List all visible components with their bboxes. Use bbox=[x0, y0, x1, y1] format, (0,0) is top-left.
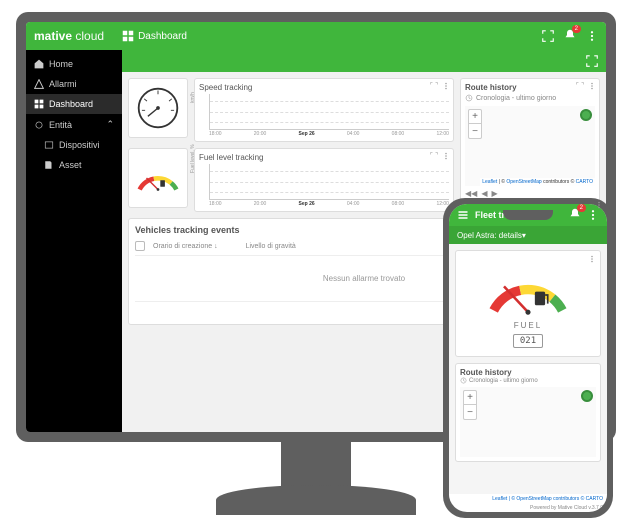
route-subtitle: Cronologia - ultimo giorno bbox=[465, 94, 595, 102]
zoom-in-button[interactable]: + bbox=[469, 110, 481, 124]
chevron-up-icon: ⌃ bbox=[106, 119, 114, 130]
phone-screen: Fleet tracking 2 Opel Astra: details ▾ F… bbox=[449, 204, 607, 512]
select-all-checkbox[interactable] bbox=[135, 241, 145, 251]
expand-icon[interactable] bbox=[576, 82, 584, 90]
topbar-dashboard[interactable]: Dashboard bbox=[122, 30, 187, 42]
sidebar-label: Asset bbox=[59, 160, 82, 170]
speed-x-labels: 18:0020:00Sep 2604:0008:0012:00 bbox=[209, 131, 449, 137]
asset-icon bbox=[44, 160, 54, 170]
monitor-base bbox=[216, 485, 416, 515]
sidebar-label: Entità bbox=[49, 120, 72, 130]
fuel-ylabel: Fuel level, % bbox=[190, 144, 196, 173]
topbar: mative cloud Dashboard 2 bbox=[26, 22, 606, 50]
speed-chart-card: Speed tracking km/h 18:0020:00Sep 2604:0… bbox=[194, 78, 454, 142]
phone-fuel-card: FUEL 021 bbox=[455, 250, 601, 357]
sidebar-item-asset[interactable]: Asset bbox=[26, 155, 122, 175]
col-severity[interactable]: Livello di gravità bbox=[246, 243, 296, 250]
sidebar-label: Dashboard bbox=[49, 99, 93, 109]
phone-location-marker[interactable] bbox=[581, 390, 593, 402]
col-created[interactable]: Orario di creazione ↓ bbox=[153, 243, 218, 250]
phone-notch bbox=[503, 210, 553, 220]
more-icon[interactable] bbox=[588, 82, 596, 90]
more-icon[interactable] bbox=[442, 82, 450, 90]
menu-icon[interactable] bbox=[457, 209, 469, 221]
more-icon[interactable] bbox=[588, 255, 596, 263]
phone-map-attr: Leaflet | © OpenStreetMap contributors ©… bbox=[449, 494, 607, 504]
fuel-gauge-card bbox=[128, 148, 188, 208]
sidebar: Home Allarmi Dashboard Entità ⌃ Dispositi… bbox=[26, 50, 122, 432]
entity-icon bbox=[34, 120, 44, 130]
device-icon bbox=[44, 140, 54, 150]
fuel-label: FUEL bbox=[514, 321, 542, 330]
fuel-gauge-large bbox=[483, 259, 573, 319]
alarm-icon bbox=[34, 79, 44, 89]
speed-chart-area bbox=[209, 94, 449, 130]
sidebar-label: Home bbox=[49, 59, 73, 69]
toolbar bbox=[122, 50, 606, 72]
play-button[interactable]: ▶ bbox=[491, 189, 497, 198]
sidebar-item-devices[interactable]: Dispositivi bbox=[26, 135, 122, 155]
fuel-chart-card: Fuel level tracking Fuel level, % 18:002… bbox=[194, 148, 454, 212]
sidebar-label: Allarmi bbox=[49, 79, 77, 89]
dashboard-icon bbox=[34, 99, 44, 109]
route-history-card: Route history Cronologia - ultimo giorno… bbox=[460, 78, 600, 206]
phone-route-title: Route history bbox=[460, 368, 596, 377]
map[interactable]: +− Leaflet | © OpenStreetMap contributor… bbox=[465, 106, 595, 186]
topbar-dash-label: Dashboard bbox=[138, 31, 187, 42]
phone-zoom: +− bbox=[463, 390, 477, 420]
fuel-gauge-icon bbox=[135, 160, 181, 196]
zoom-in-button[interactable]: + bbox=[464, 391, 476, 405]
phone-subtitle-bar[interactable]: Opel Astra: details ▾ bbox=[449, 226, 607, 244]
phone-route-sub: Cronologia - ultimo giorno bbox=[460, 377, 596, 384]
speed-gauge-card bbox=[128, 78, 188, 138]
speed-ylabel: km/h bbox=[190, 92, 196, 103]
phone-badge: 2 bbox=[577, 204, 586, 212]
clock-icon bbox=[465, 94, 473, 102]
more-icon[interactable] bbox=[587, 209, 599, 221]
fullscreen-icon[interactable] bbox=[542, 30, 554, 42]
sidebar-item-alarms[interactable]: Allarmi bbox=[26, 74, 122, 94]
expand-icon[interactable] bbox=[430, 152, 438, 160]
more-icon[interactable] bbox=[442, 152, 450, 160]
speedometer-icon bbox=[135, 85, 181, 131]
prev-button[interactable]: ◀ bbox=[481, 189, 487, 198]
sidebar-item-entity[interactable]: Entità ⌃ bbox=[26, 114, 122, 135]
sidebar-label: Dispositivi bbox=[59, 140, 100, 150]
zoom-out-button[interactable]: − bbox=[469, 124, 481, 138]
clock-icon bbox=[460, 377, 467, 384]
fuel-value: 021 bbox=[513, 334, 543, 348]
map-attribution: Leaflet | © OpenStreetMap contributors ©… bbox=[480, 178, 595, 186]
phone-frame: Fleet tracking 2 Opel Astra: details ▾ F… bbox=[443, 198, 613, 518]
zoom-control: +− bbox=[468, 109, 482, 139]
sidebar-item-home[interactable]: Home bbox=[26, 54, 122, 74]
brand-logo: mative cloud bbox=[34, 29, 104, 43]
phone-map[interactable]: +− bbox=[460, 387, 596, 457]
rewind-button[interactable]: ◀◀ bbox=[465, 189, 477, 198]
more-icon[interactable] bbox=[586, 30, 598, 42]
fuel-chart-title: Fuel level tracking bbox=[199, 153, 449, 162]
playback-controls: ◀◀◀▶ bbox=[465, 189, 595, 198]
fuel-chart-area bbox=[209, 164, 449, 200]
phone-route-card: Route history Cronologia - ultimo giorno… bbox=[455, 363, 601, 462]
sidebar-item-dashboard[interactable]: Dashboard bbox=[26, 94, 122, 114]
fuel-x-labels: 18:0020:00Sep 2604:0008:0012:00 bbox=[209, 201, 449, 207]
home-icon bbox=[34, 59, 44, 69]
phone-notifications[interactable]: 2 bbox=[569, 208, 581, 222]
location-marker[interactable] bbox=[580, 109, 592, 121]
phone-powered: Powered by Mative Cloud v.3.7.0 bbox=[449, 504, 607, 512]
notification-badge: 2 bbox=[572, 25, 581, 33]
expand-icon[interactable] bbox=[430, 82, 438, 90]
zoom-out-button[interactable]: − bbox=[464, 405, 476, 419]
notifications-button[interactable]: 2 bbox=[564, 29, 576, 44]
expand-icon[interactable] bbox=[586, 55, 598, 67]
speed-chart-title: Speed tracking bbox=[199, 83, 449, 92]
grid-icon bbox=[122, 30, 134, 42]
